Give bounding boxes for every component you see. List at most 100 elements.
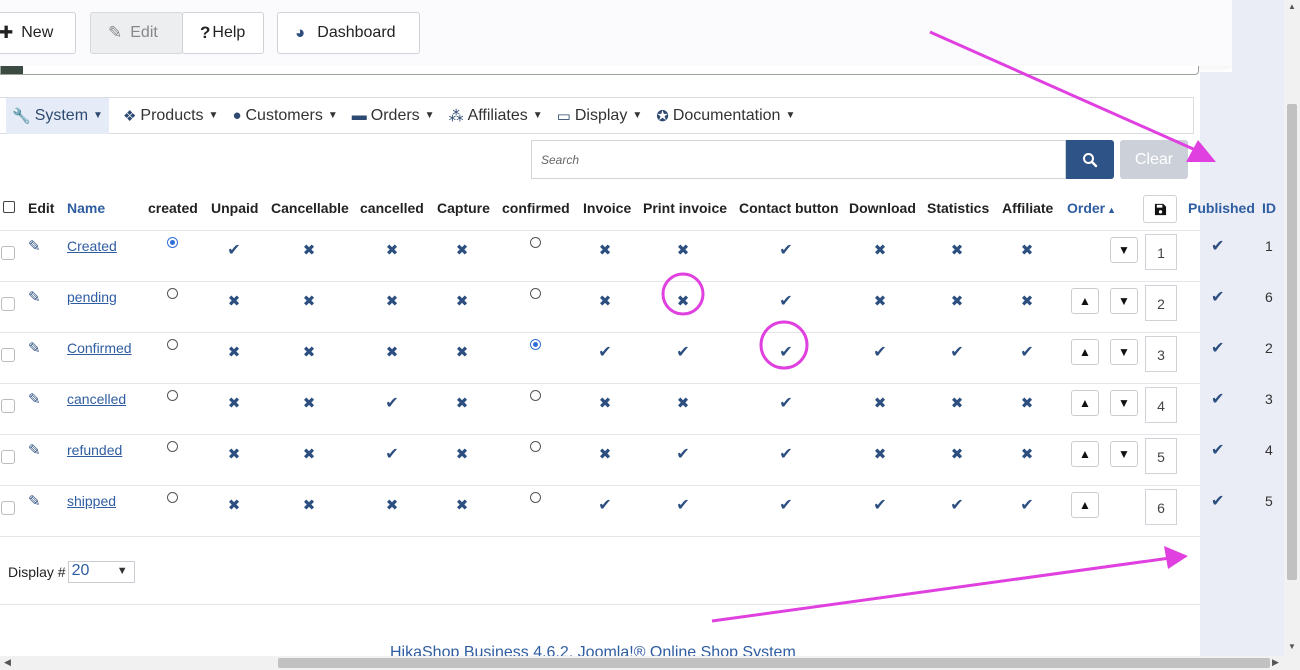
row-checkbox[interactable] bbox=[1, 501, 15, 515]
check-icon[interactable]: ✔ bbox=[774, 447, 798, 463]
published-check-icon[interactable]: ✔ bbox=[1211, 389, 1224, 409]
published-check-icon[interactable]: ✔ bbox=[1211, 236, 1224, 256]
move-down-button[interactable]: ▼ bbox=[1110, 390, 1138, 416]
help-button[interactable]: ? Help bbox=[182, 12, 264, 54]
cross-icon[interactable]: ✖ bbox=[868, 447, 892, 463]
created-radio[interactable] bbox=[167, 237, 178, 248]
cross-icon[interactable]: ✖ bbox=[222, 294, 246, 310]
move-down-button[interactable]: ▼ bbox=[1110, 339, 1138, 365]
move-up-button[interactable]: ▲ bbox=[1071, 288, 1099, 314]
cross-icon[interactable]: ✖ bbox=[593, 243, 617, 259]
check-icon[interactable]: ✔ bbox=[774, 243, 798, 259]
status-name-link[interactable]: Confirmed bbox=[67, 340, 132, 356]
cross-icon[interactable]: ✖ bbox=[380, 243, 404, 259]
cross-icon[interactable]: ✖ bbox=[1015, 447, 1039, 463]
cross-icon[interactable]: ✖ bbox=[380, 498, 404, 514]
scroll-down-icon[interactable]: ▼ bbox=[1288, 642, 1296, 651]
cross-icon[interactable]: ✖ bbox=[222, 447, 246, 463]
check-icon[interactable]: ✔ bbox=[671, 447, 695, 463]
published-check-icon[interactable]: ✔ bbox=[1211, 338, 1224, 358]
cross-icon[interactable]: ✖ bbox=[297, 498, 321, 514]
display-select[interactable]: 20 ▼ bbox=[67, 561, 135, 583]
vertical-scrollbar[interactable]: ▲ ▼ bbox=[1284, 0, 1300, 656]
created-radio[interactable] bbox=[167, 441, 178, 452]
move-up-button[interactable]: ▲ bbox=[1071, 441, 1099, 467]
cross-icon[interactable]: ✖ bbox=[945, 396, 969, 412]
confirmed-radio[interactable] bbox=[530, 441, 541, 452]
horizontal-scroll-thumb[interactable] bbox=[278, 658, 1270, 668]
menu-affiliates[interactable]: ⁂ Affiliates ▼ bbox=[449, 98, 543, 134]
pencil-icon[interactable]: ✎ bbox=[28, 492, 44, 510]
status-name-link[interactable]: Created bbox=[67, 238, 117, 254]
cross-icon[interactable]: ✖ bbox=[297, 345, 321, 361]
order-input[interactable]: 1 bbox=[1145, 234, 1177, 270]
check-icon[interactable]: ✔ bbox=[774, 294, 798, 310]
col-order[interactable]: Order ▲ bbox=[1067, 200, 1116, 216]
col-name[interactable]: Name bbox=[67, 200, 105, 216]
move-down-button[interactable]: ▼ bbox=[1110, 237, 1138, 263]
check-icon[interactable]: ✔ bbox=[380, 396, 404, 412]
check-icon[interactable]: ✔ bbox=[945, 498, 969, 514]
col-id[interactable]: ID bbox=[1262, 200, 1276, 216]
check-icon[interactable]: ✔ bbox=[868, 498, 892, 514]
cross-icon[interactable]: ✖ bbox=[868, 243, 892, 259]
col-published[interactable]: Published bbox=[1188, 200, 1255, 216]
cross-icon[interactable]: ✖ bbox=[297, 294, 321, 310]
pencil-icon[interactable]: ✎ bbox=[28, 237, 44, 255]
check-icon[interactable]: ✔ bbox=[380, 447, 404, 463]
scroll-up-icon[interactable]: ▲ bbox=[1288, 2, 1296, 11]
menu-system[interactable]: 🔧 System ▼ bbox=[6, 97, 109, 134]
order-input[interactable]: 3 bbox=[1145, 336, 1177, 372]
pencil-icon[interactable]: ✎ bbox=[28, 390, 44, 408]
check-icon[interactable]: ✔ bbox=[774, 396, 798, 412]
move-up-button[interactable]: ▲ bbox=[1071, 339, 1099, 365]
order-input[interactable]: 6 bbox=[1145, 489, 1177, 525]
row-checkbox[interactable] bbox=[1, 348, 15, 362]
published-check-icon[interactable]: ✔ bbox=[1211, 287, 1224, 307]
check-icon[interactable]: ✔ bbox=[222, 243, 246, 259]
clear-button[interactable]: Clear bbox=[1120, 140, 1188, 179]
published-check-icon[interactable]: ✔ bbox=[1211, 440, 1224, 460]
cross-icon[interactable]: ✖ bbox=[297, 447, 321, 463]
cross-icon[interactable]: ✖ bbox=[1015, 396, 1039, 412]
menu-orders[interactable]: ▬ Orders ▼ bbox=[352, 98, 435, 134]
status-name-link[interactable]: pending bbox=[67, 289, 117, 305]
cross-icon[interactable]: ✖ bbox=[671, 396, 695, 412]
cross-icon[interactable]: ✖ bbox=[1015, 294, 1039, 310]
scroll-right-icon[interactable]: ▶ bbox=[1272, 657, 1279, 668]
cross-icon[interactable]: ✖ bbox=[945, 447, 969, 463]
row-checkbox[interactable] bbox=[1, 399, 15, 413]
edit-button[interactable]: ✎ Edit bbox=[90, 12, 183, 54]
menu-documentation[interactable]: ✪ Documentation ▼ bbox=[656, 98, 795, 134]
cross-icon[interactable]: ✖ bbox=[1015, 243, 1039, 259]
dashboard-button[interactable]: ◕ Dashboard bbox=[277, 12, 420, 54]
check-icon[interactable]: ✔ bbox=[671, 498, 695, 514]
cross-icon[interactable]: ✖ bbox=[222, 345, 246, 361]
cross-icon[interactable]: ✖ bbox=[450, 498, 474, 514]
cross-icon[interactable]: ✖ bbox=[671, 243, 695, 259]
row-checkbox[interactable] bbox=[1, 450, 15, 464]
check-icon[interactable]: ✔ bbox=[593, 498, 617, 514]
move-down-button[interactable]: ▼ bbox=[1110, 441, 1138, 467]
move-down-button[interactable]: ▼ bbox=[1110, 288, 1138, 314]
cross-icon[interactable]: ✖ bbox=[450, 243, 474, 259]
check-icon[interactable]: ✔ bbox=[593, 345, 617, 361]
vertical-scroll-thumb[interactable] bbox=[1287, 104, 1297, 580]
cross-icon[interactable]: ✖ bbox=[380, 345, 404, 361]
cross-icon[interactable]: ✖ bbox=[450, 447, 474, 463]
pencil-icon[interactable]: ✎ bbox=[28, 339, 44, 357]
cross-icon[interactable]: ✖ bbox=[222, 498, 246, 514]
select-all-checkbox[interactable] bbox=[3, 201, 15, 213]
row-checkbox[interactable] bbox=[1, 246, 15, 260]
check-icon[interactable]: ✔ bbox=[868, 345, 892, 361]
new-button[interactable]: ✚ New bbox=[0, 12, 76, 54]
horizontal-scrollbar[interactable]: ◀ ▶ bbox=[0, 656, 1300, 670]
row-checkbox[interactable] bbox=[1, 297, 15, 311]
order-input[interactable]: 4 bbox=[1145, 387, 1177, 423]
cross-icon[interactable]: ✖ bbox=[945, 294, 969, 310]
confirmed-radio[interactable] bbox=[530, 390, 541, 401]
confirmed-radio[interactable] bbox=[530, 237, 541, 248]
confirmed-radio[interactable] bbox=[530, 492, 541, 503]
search-input[interactable]: Search bbox=[531, 140, 1066, 179]
save-order-button[interactable] bbox=[1143, 195, 1177, 223]
